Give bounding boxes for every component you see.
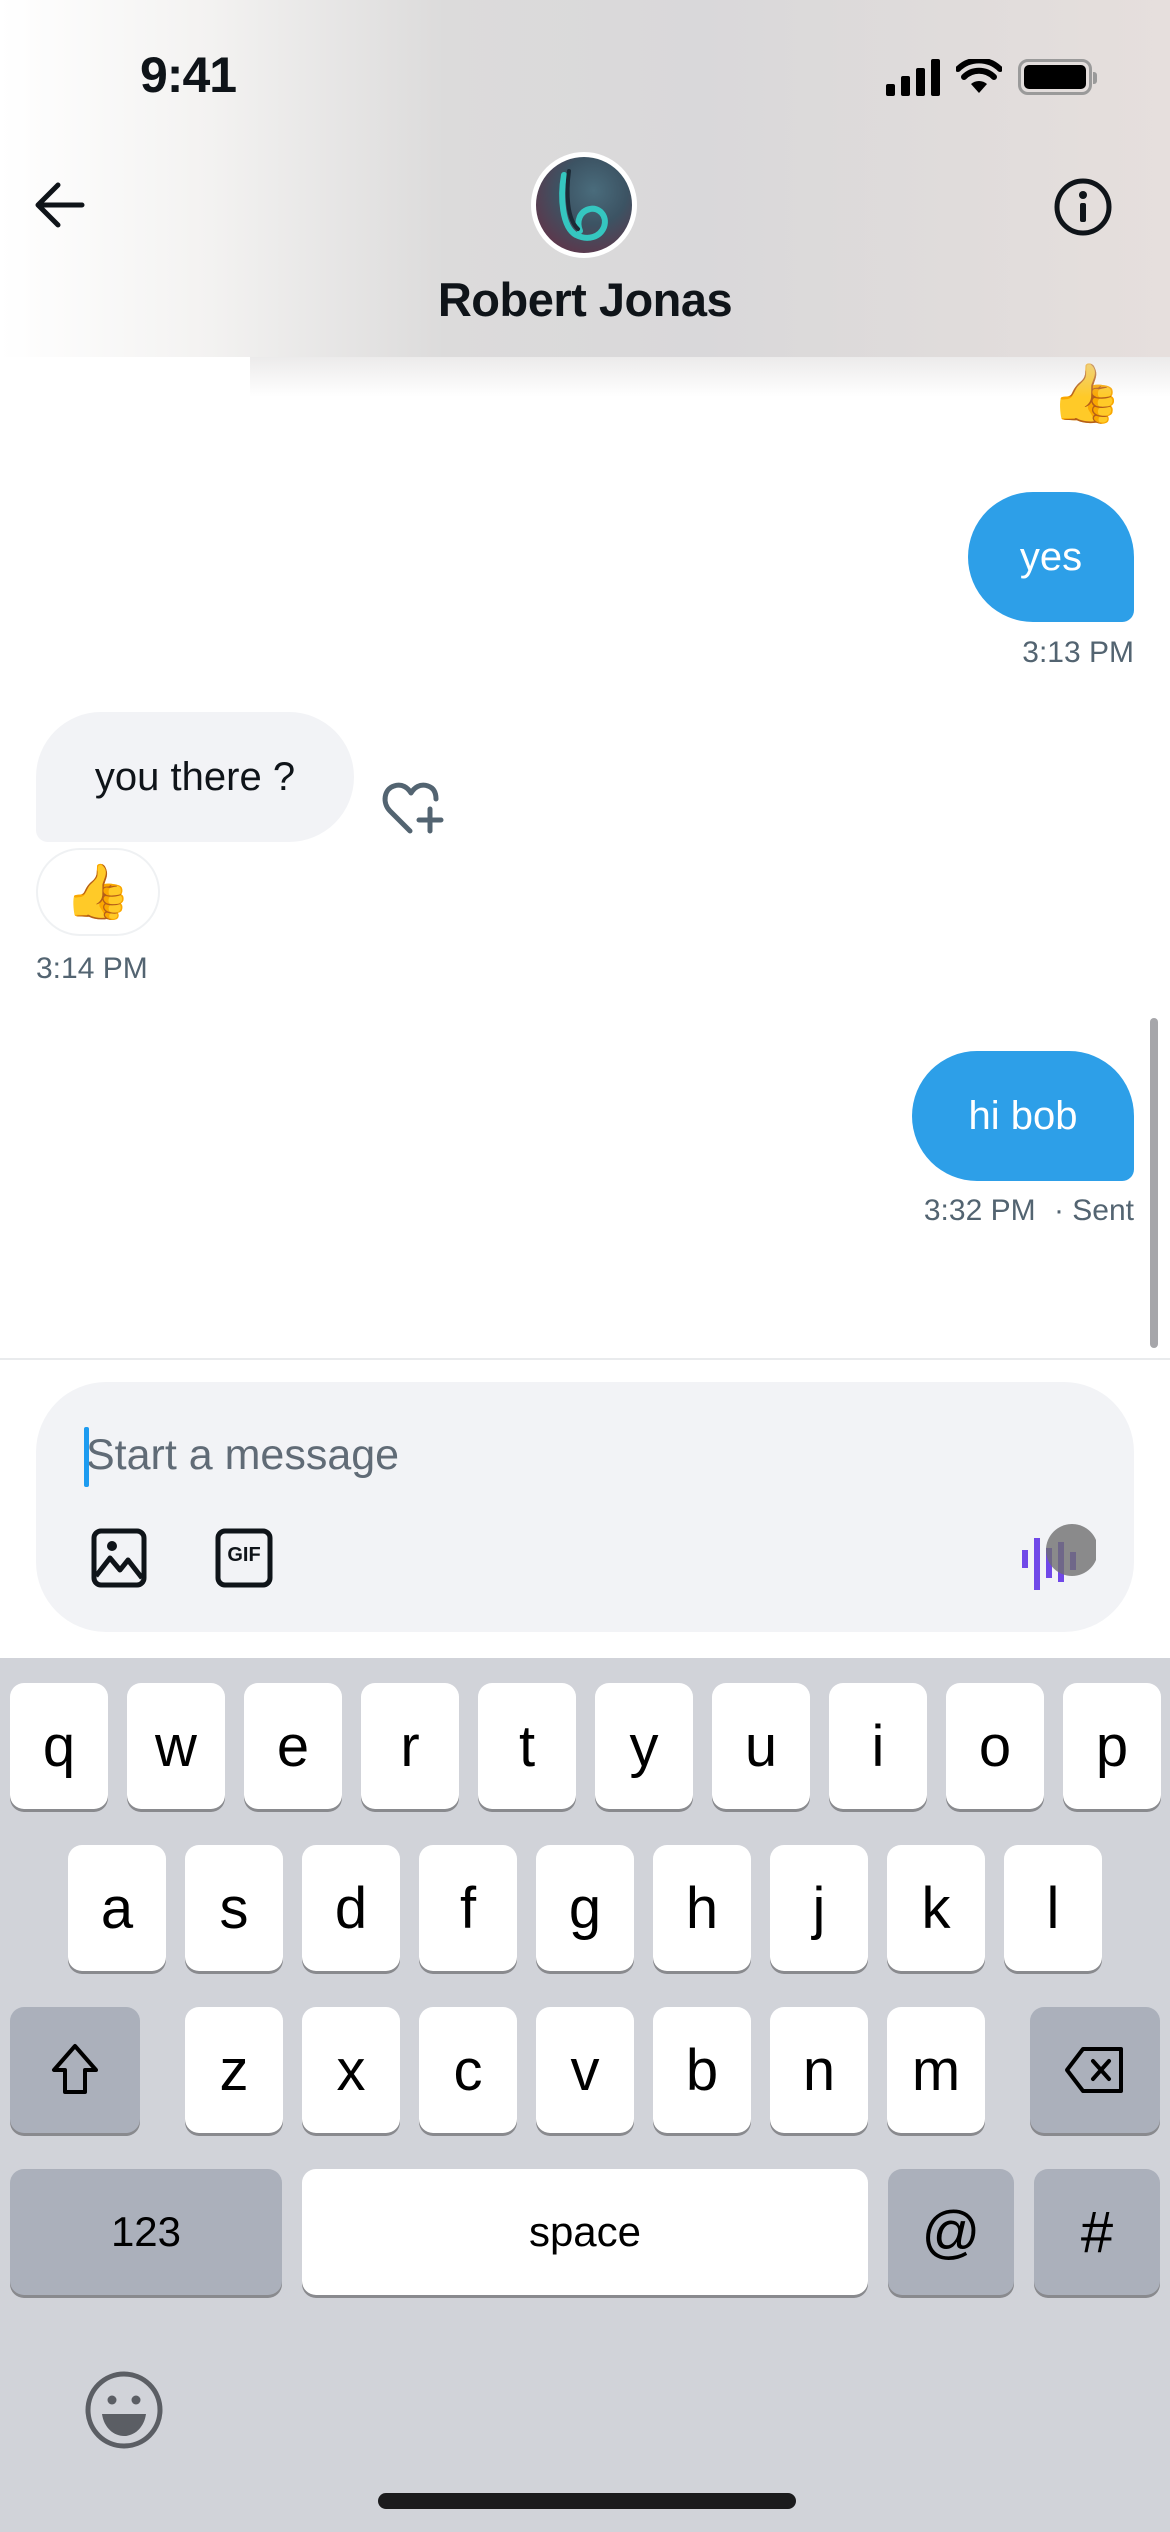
voice-message-button[interactable]	[1016, 1514, 1098, 1594]
key-z[interactable]: z	[185, 2007, 283, 2133]
cellular-signal-icon	[886, 58, 940, 96]
scrollbar[interactable]	[1150, 1018, 1158, 1348]
key-x[interactable]: x	[302, 2007, 400, 2133]
add-gif-button[interactable]: GIF	[214, 1528, 274, 1588]
gif-label: GIF	[227, 1544, 261, 1566]
message-text: yes	[1019, 534, 1083, 579]
battery-icon	[1018, 59, 1097, 95]
message-text: hi bob	[968, 1093, 1078, 1138]
key-q[interactable]: q	[10, 1683, 108, 1809]
key-s[interactable]: s	[185, 1845, 283, 1971]
key-n[interactable]: n	[770, 2007, 868, 2133]
shift-key[interactable]	[10, 2007, 140, 2133]
image-icon	[91, 1528, 147, 1588]
message-timestamp: 3:13 PM	[1022, 636, 1134, 669]
key-d[interactable]: d	[302, 1845, 400, 1971]
key-a[interactable]: a	[68, 1845, 166, 1971]
add-reaction-button[interactable]	[380, 775, 448, 837]
message-text: you there ?	[94, 754, 296, 799]
key-v[interactable]: v	[536, 2007, 634, 2133]
header-shadow	[250, 357, 1170, 397]
delete-key[interactable]	[1030, 2007, 1160, 2133]
key-p[interactable]: p	[1063, 1683, 1161, 1809]
message-meta: 3:32 PM · Sent	[924, 1194, 1134, 1228]
key-k[interactable]: k	[887, 1845, 985, 1971]
arrow-left-icon	[35, 182, 85, 228]
key-t[interactable]: t	[478, 1683, 576, 1809]
key-f[interactable]: f	[419, 1845, 517, 1971]
key-y[interactable]: y	[595, 1683, 693, 1809]
space-key[interactable]: space	[302, 2169, 868, 2295]
conversation-info-button[interactable]	[1052, 176, 1114, 236]
emoji-keyboard-button[interactable]	[84, 2370, 164, 2450]
touch-indicator	[1046, 1524, 1098, 1576]
message-input[interactable]	[86, 1422, 986, 1488]
key-h[interactable]: h	[653, 1845, 751, 1971]
contact-avatar[interactable]	[531, 152, 637, 258]
outgoing-message-bubble[interactable]: yes	[968, 492, 1134, 622]
avatar-logo-icon	[559, 169, 608, 241]
emoji-face-icon	[85, 2371, 163, 2449]
status-time: 9:41	[140, 47, 237, 103]
composer-divider	[0, 1358, 1170, 1360]
key-m[interactable]: m	[887, 2007, 985, 2133]
keyboard: qwertyuiop asdfghjkl zxcvbnm 123 space @…	[0, 1658, 1170, 2532]
key-b[interactable]: b	[653, 2007, 751, 2133]
key-u[interactable]: u	[712, 1683, 810, 1809]
incoming-message-bubble[interactable]: you there ?	[36, 712, 354, 842]
message-timestamp: 3:32 PM	[923, 1194, 1036, 1227]
conversation-header: 9:41 Robert Jonas	[0, 0, 1170, 357]
numbers-key[interactable]: 123	[10, 2169, 282, 2295]
outgoing-message-bubble[interactable]: hi bob	[912, 1051, 1134, 1181]
status-icons	[886, 58, 1097, 96]
key-e[interactable]: e	[244, 1683, 342, 1809]
heart-plus-icon	[382, 782, 444, 834]
at-key[interactable]: @	[888, 2169, 1014, 2295]
info-circle-icon	[1054, 178, 1112, 236]
add-photo-button[interactable]	[90, 1528, 150, 1588]
message-reaction[interactable]: 👍	[36, 848, 160, 936]
key-g[interactable]: g	[536, 1845, 634, 1971]
key-j[interactable]: j	[770, 1845, 868, 1971]
key-w[interactable]: w	[127, 1683, 225, 1809]
shift-arrow-icon	[52, 2044, 98, 2094]
hash-key[interactable]: #	[1034, 2169, 1160, 2295]
back-button[interactable]	[30, 175, 90, 235]
voice-waveform-icon	[1022, 1524, 1098, 1590]
key-c[interactable]: c	[419, 2007, 517, 2133]
contact-name[interactable]: Robert Jonas	[0, 272, 1170, 327]
backspace-icon	[1065, 2047, 1123, 2093]
message-timestamp: 3:14 PM	[36, 952, 148, 985]
text-caret	[84, 1427, 89, 1487]
key-r[interactable]: r	[361, 1683, 459, 1809]
key-o[interactable]: o	[946, 1683, 1044, 1809]
message-status: · Sent	[1053, 1194, 1134, 1227]
home-indicator[interactable]	[378, 2493, 796, 2509]
key-l[interactable]: l	[1004, 1845, 1102, 1971]
message-composer: GIF	[36, 1382, 1134, 1632]
key-i[interactable]: i	[829, 1683, 927, 1809]
wifi-icon	[956, 59, 1002, 93]
